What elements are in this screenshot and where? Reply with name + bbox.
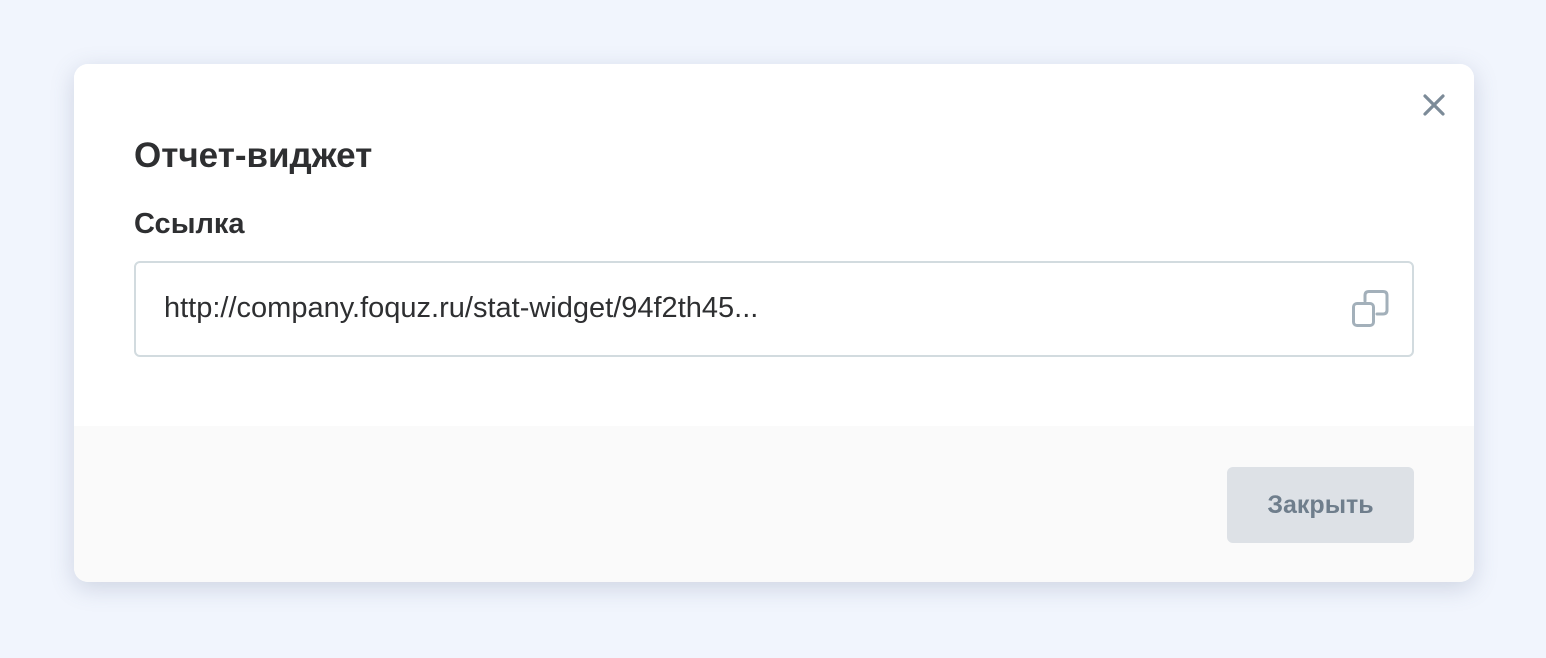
dialog-body: Отчет-виджет Ссылка: [74, 64, 1474, 426]
close-button[interactable]: Закрыть: [1227, 467, 1414, 543]
close-dialog-button[interactable]: [1418, 89, 1450, 121]
copy-link-button[interactable]: [1350, 287, 1392, 331]
link-input[interactable]: [164, 285, 1314, 331]
link-field-label: Ссылка: [134, 208, 245, 240]
dialog-footer: Закрыть: [74, 426, 1474, 582]
link-field: [134, 261, 1414, 357]
copy-icon: [1352, 290, 1389, 327]
close-icon: [1423, 94, 1445, 116]
dialog-title: Отчет-виджет: [134, 136, 373, 175]
widget-report-dialog: Отчет-виджет Ссылка Закрыть: [74, 64, 1474, 582]
